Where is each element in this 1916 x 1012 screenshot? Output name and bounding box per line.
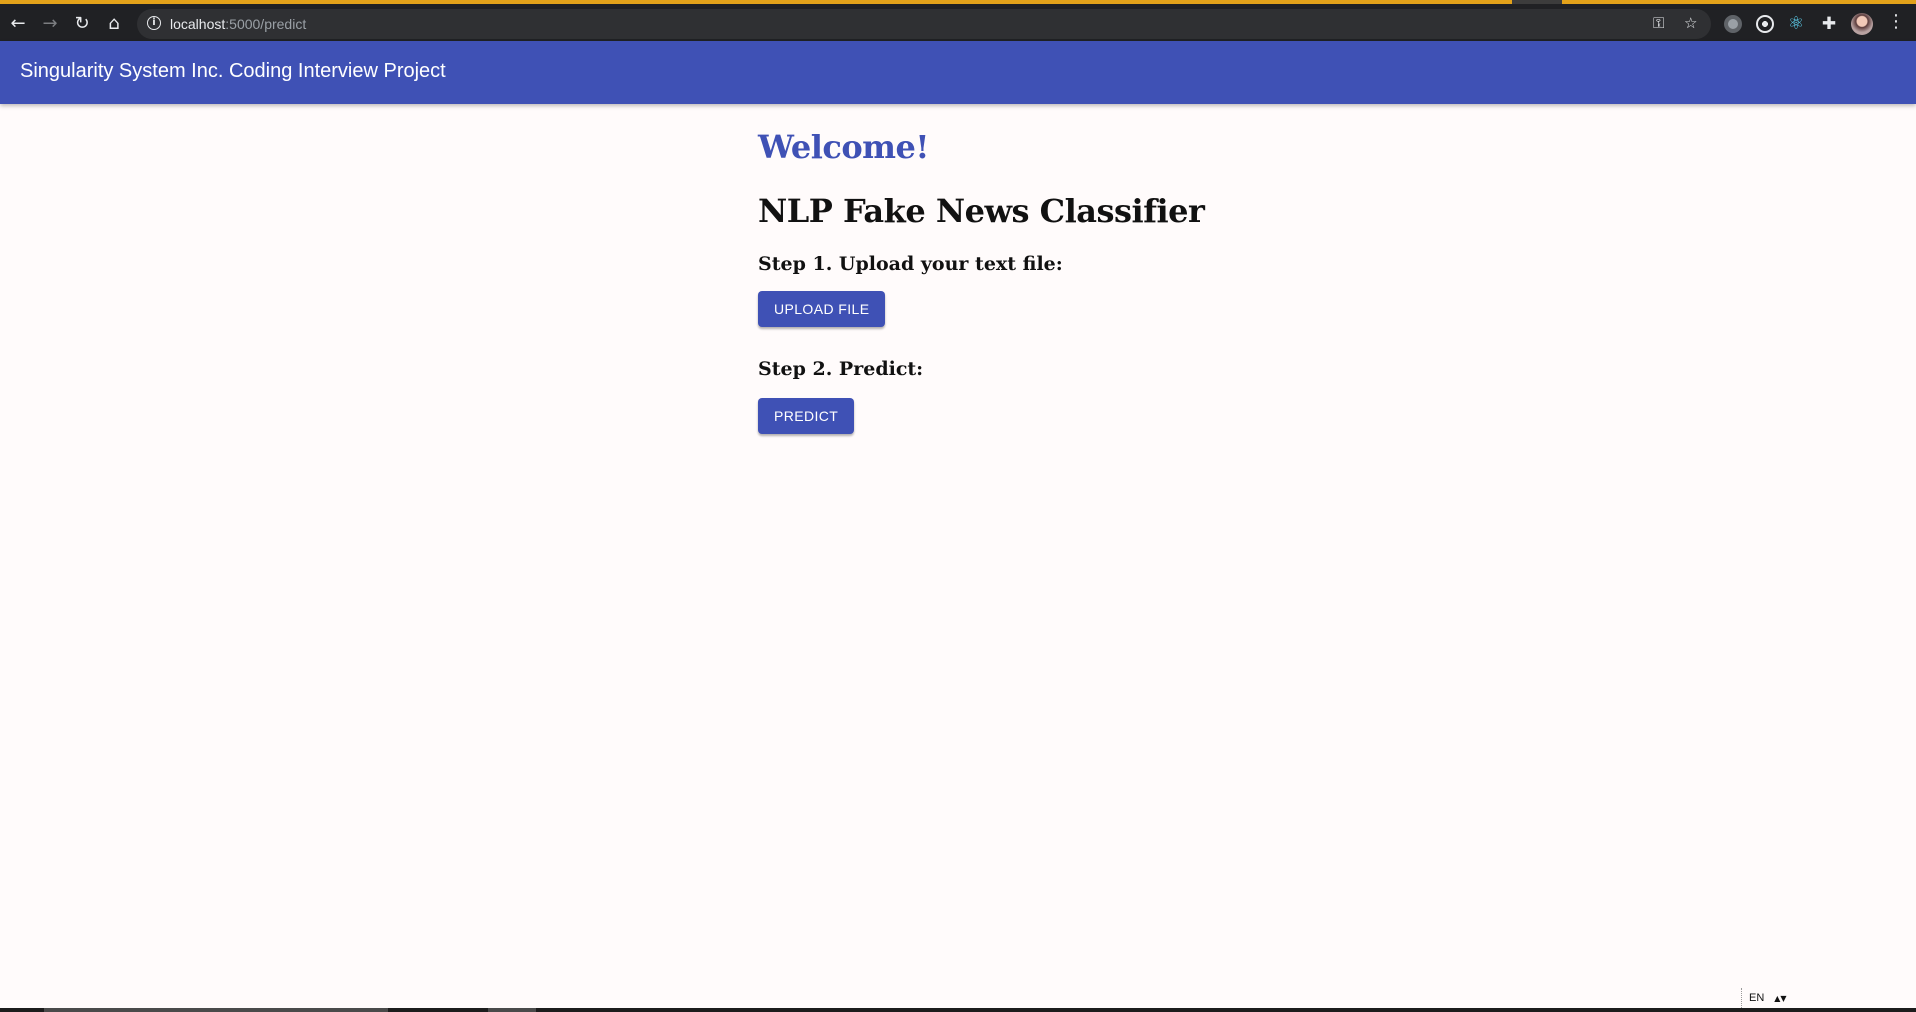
vertical-dots-icon[interactable]: ⋮: [1887, 11, 1905, 32]
main-content: Welcome! NLP Fake News Classifier Step 1…: [758, 124, 1358, 434]
app-title: Singularity System Inc. Coding Interview…: [20, 60, 446, 82]
key-icon[interactable]: ⚿: [1653, 14, 1664, 32]
url-host: localhost: [170, 16, 226, 32]
reload-icon[interactable]: ↻: [69, 10, 95, 36]
browser-toolbar: ← → ↻ ⌂ i localhost:5000/predict ⚿ ☆ ⚛ ✚…: [0, 0, 1916, 41]
url-path: :5000/predict: [225, 16, 307, 32]
upload-file-button[interactable]: UPLOAD FILE: [758, 291, 886, 327]
back-icon[interactable]: ←: [5, 10, 31, 36]
step2-label: Step 2. Predict:: [758, 358, 924, 380]
url-text[interactable]: localhost:5000/predict: [170, 16, 306, 32]
language-label: EN: [1749, 992, 1765, 1004]
extension-icon-1[interactable]: [1724, 15, 1742, 33]
predict-button[interactable]: PREDICT: [758, 398, 855, 434]
react-devtools-icon[interactable]: ⚛: [1787, 15, 1805, 33]
extension-icon-2[interactable]: [1756, 15, 1774, 33]
taskbar-item[interactable]: [44, 1008, 388, 1012]
avatar[interactable]: [1851, 13, 1873, 35]
puzzle-icon[interactable]: ✚: [1820, 15, 1838, 33]
language-indicator[interactable]: EN ▲▼: [1741, 988, 1787, 1008]
page-title: NLP Fake News Classifier: [758, 192, 1205, 230]
forward-icon[interactable]: →: [37, 10, 63, 36]
step1-label: Step 1. Upload your text file:: [758, 253, 1063, 275]
address-bar[interactable]: i localhost:5000/predict ⚿ ☆: [137, 9, 1711, 39]
star-icon[interactable]: ☆: [1684, 14, 1697, 32]
app-bar: Singularity System Inc. Coding Interview…: [0, 41, 1916, 104]
site-info-icon[interactable]: i: [147, 16, 161, 30]
home-icon[interactable]: ⌂: [101, 10, 127, 36]
up-down-arrow-icon: ▲▼: [1774, 994, 1787, 1003]
taskbar-item[interactable]: [488, 1008, 536, 1012]
taskbar: [0, 1008, 1916, 1012]
welcome-heading: Welcome!: [758, 128, 929, 166]
tab-strip-gap: [1512, 0, 1562, 4]
